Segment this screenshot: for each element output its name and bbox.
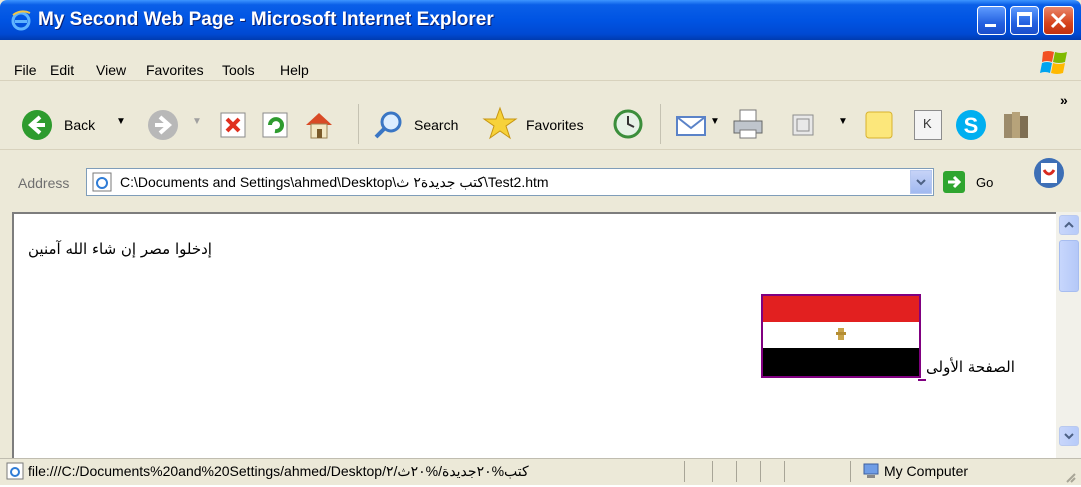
skype-icon[interactable]: S [954,108,988,142]
chevron-down-icon [1064,433,1074,440]
scroll-up-button[interactable] [1059,215,1079,235]
svg-text:S: S [964,113,979,138]
close-button[interactable] [1043,6,1074,35]
go-icon[interactable] [942,170,966,194]
back-icon[interactable] [20,108,54,142]
page-icon [6,462,24,480]
note-icon[interactable] [862,108,896,142]
windows-flag-icon [1040,51,1067,74]
k-label: K [923,116,932,131]
chevron-down-icon [916,179,926,186]
home-icon[interactable] [302,108,336,142]
forward-dropdown-icon[interactable]: ▼ [192,116,202,127]
back-label[interactable]: Back [64,117,95,133]
my-computer-icon [863,463,879,478]
status-separator [784,461,785,482]
home-page-link[interactable]: الصفحة الأولى [926,358,1015,376]
go-label[interactable]: Go [976,175,993,190]
menu-file[interactable]: File [14,62,37,78]
status-separator [736,461,737,482]
page-paragraph: إدخلوا مصر إن شاء الله آمنين [28,240,212,258]
status-separator [712,461,713,482]
grip-icon [1066,473,1076,483]
link-underline [918,379,926,381]
address-label: Address [18,175,70,191]
mail-icon[interactable] [674,108,708,142]
status-url: file:///C:/Documents%20and%20Settings/ah… [28,463,529,479]
mail-dropdown-icon[interactable]: ▼ [710,116,720,127]
close-icon [1050,12,1067,29]
status-separator [850,461,851,482]
toolbar-separator [358,104,359,144]
discuss-icon[interactable] [790,112,816,138]
toolbar-separator [660,104,661,144]
menu-tools[interactable]: Tools [222,62,255,78]
menu-view[interactable]: View [96,62,126,78]
search-label[interactable]: Search [414,117,458,133]
chevron-up-icon [1064,221,1074,228]
ie-logo-icon [11,10,31,31]
history-icon[interactable] [612,108,644,140]
address-value[interactable]: C:\Documents and Settings\ahmed\Desktop\… [120,174,549,191]
media-icon[interactable] [1000,108,1034,142]
favorites-star-icon[interactable] [482,106,518,142]
status-separator [760,461,761,482]
print-icon[interactable] [730,106,766,142]
refresh-icon[interactable] [260,110,290,140]
scroll-thumb[interactable] [1059,240,1079,292]
back-dropdown-icon[interactable]: ▼ [116,116,126,127]
maximize-button[interactable] [1010,6,1039,35]
toolbar-overflow-icon[interactable]: » [1060,92,1068,108]
scroll-down-button[interactable] [1059,426,1079,446]
address-dropdown-button[interactable] [910,170,932,194]
menu-favorites[interactable]: Favorites [146,62,204,78]
ie-window: My Second Web Page - Microsoft Internet … [0,0,1081,485]
discuss-dropdown-icon[interactable]: ▼ [838,116,848,127]
egypt-flag-image[interactable] [761,294,921,378]
forward-icon[interactable] [146,108,180,142]
menu-help[interactable]: Help [280,62,309,78]
minimize-button[interactable] [977,6,1006,35]
window-title: My Second Web Page - Microsoft Internet … [38,9,494,30]
pdf-icon[interactable] [1032,156,1066,190]
page-icon [92,172,112,192]
security-zone: My Computer [884,463,969,479]
menu-edit[interactable]: Edit [50,62,74,78]
favorites-label[interactable]: Favorites [526,117,584,133]
k-button[interactable]: K [914,110,942,140]
title-bar[interactable]: My Second Web Page - Microsoft Internet … [0,0,1081,40]
status-separator [684,461,685,482]
resize-grip-icon[interactable] [1064,468,1076,483]
search-icon[interactable] [372,108,406,142]
eagle-emblem-icon [836,328,846,340]
stop-icon[interactable] [218,110,248,140]
